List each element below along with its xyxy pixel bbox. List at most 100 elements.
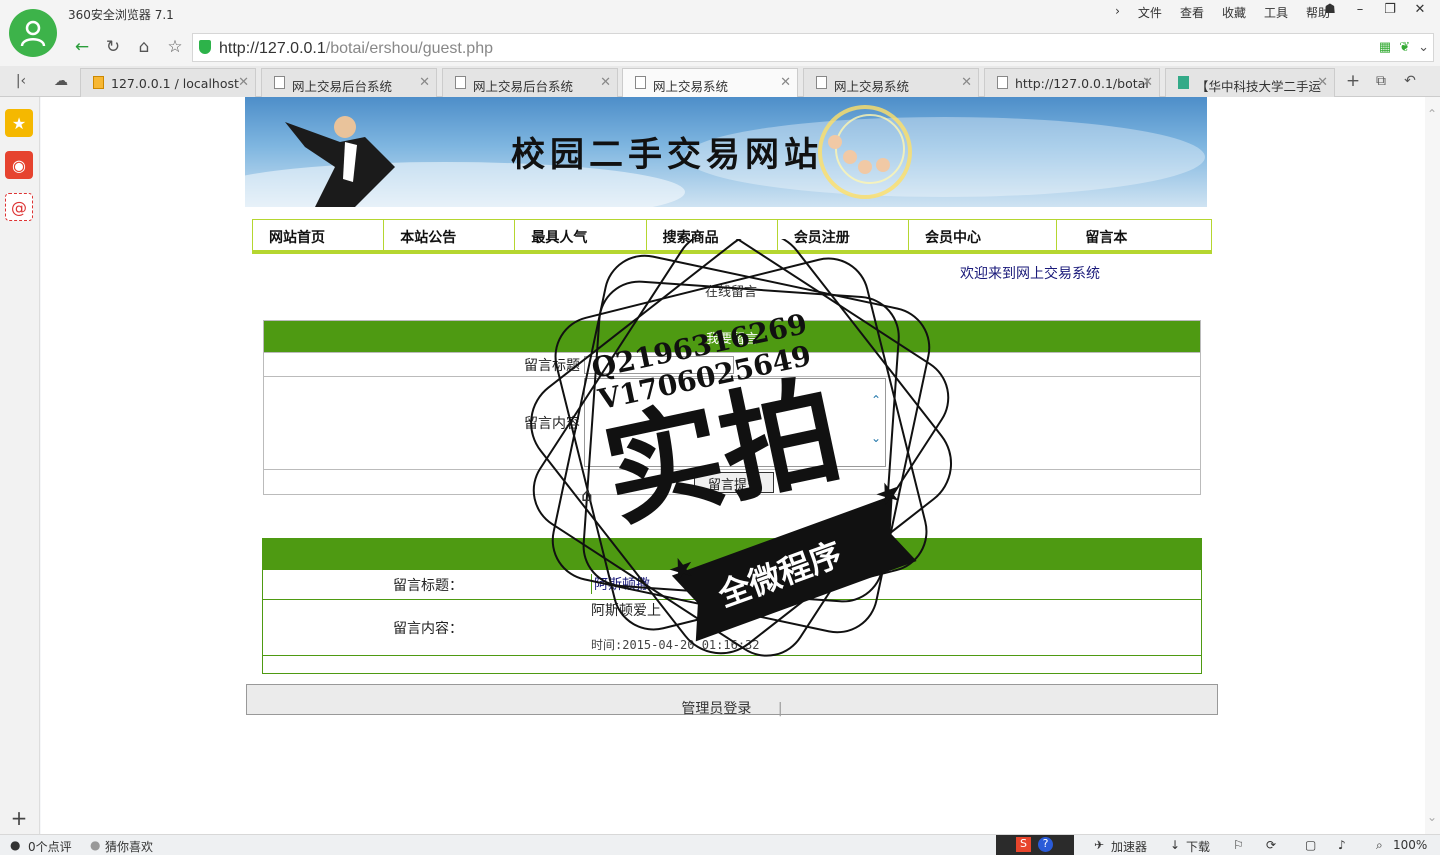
volume-icon[interactable]: ♪ [1338, 838, 1346, 852]
tab-close-icon[interactable]: ✕ [961, 75, 972, 90]
mail-icon[interactable]: @ [5, 193, 33, 221]
comment-count[interactable]: 0个点评 [28, 838, 72, 855]
zoom-level[interactable]: 100% [1393, 838, 1427, 852]
status-bar: ● 0个点评 ● 猜你喜欢 S ? ✈ 加速器 ↓ 下载 ⚐ ⟳ ▢ ♪ ⌕ 1… [0, 834, 1440, 855]
cloud-icon[interactable]: ☁ [48, 68, 74, 94]
url-host: http://127.0.0.1 [219, 40, 326, 57]
undo-close-icon[interactable]: ↶ [1397, 68, 1423, 94]
scroll-up-arrow-icon[interactable]: ⌃ [1427, 107, 1437, 121]
new-tab-icon[interactable]: + [1340, 68, 1366, 94]
left-sidebar: ★ ◉ @ + [0, 97, 40, 834]
menu-favorites[interactable]: 收藏 [1222, 4, 1246, 21]
form-row-submit: 留言提交 [264, 469, 1200, 494]
guess-you-like[interactable]: 猜你喜欢 [105, 838, 153, 855]
page-icon [997, 76, 1008, 89]
tab-close-icon[interactable]: ✕ [1317, 75, 1328, 90]
site-nav: 网站首页 本站公告 最具人气 搜索商品 会员注册 会员中心 留言本 [252, 219, 1212, 254]
url-input[interactable]: http://127.0.0.1/botai/ershou/guest.php … [192, 33, 1434, 62]
flag-icon[interactable]: ⚐ [1233, 838, 1244, 852]
tab-trade[interactable]: 网上交易系统 ✕ [803, 68, 979, 97]
nav-search[interactable]: 搜索商品 [647, 220, 778, 250]
tab-localhost[interactable]: 127.0.0.1 / localhost ✕ [80, 68, 256, 97]
tab-close-icon[interactable]: ✕ [600, 75, 611, 90]
user-avatar-icon[interactable] [9, 9, 57, 57]
form-row-content: 留言内容 ⌃ ⌄ [264, 376, 1200, 469]
nav-guestbook[interactable]: 留言本 [1057, 220, 1211, 250]
ime-toolbar[interactable]: S ? [996, 835, 1074, 855]
add-icon[interactable]: + [5, 804, 33, 832]
close-icon[interactable]: ✕ [1408, 2, 1432, 17]
tab-admin-2[interactable]: 网上交易后台系统 ✕ [442, 68, 618, 97]
nav-notice[interactable]: 本站公告 [384, 220, 516, 250]
site-icon [1178, 76, 1189, 89]
list-content-value: 阿斯顿爱上 [591, 603, 661, 619]
favorites-icon[interactable]: ★ [5, 109, 33, 137]
nav-home[interactable]: 网站首页 [253, 220, 385, 250]
tab-close-icon[interactable]: ✕ [419, 75, 430, 90]
footer: 管理员登录 | [246, 684, 1218, 717]
help-icon[interactable]: ? [1038, 837, 1053, 852]
window-icon[interactable]: ▢ [1305, 838, 1316, 852]
list-header [263, 539, 1201, 569]
title-input[interactable] [584, 356, 734, 374]
page-content: 校园二手交易网站 网站首页 本站公告 最具人气 搜索商品 会员注册 会员中心 留… [41, 97, 1425, 834]
download-icon: ↓ [1170, 838, 1181, 852]
leaf-icon[interactable]: ❦ [1399, 39, 1410, 55]
submit-button[interactable]: 留言提交 [694, 472, 774, 493]
star-icon[interactable]: ☆ [162, 34, 188, 60]
form-row-title: 留言标题 [264, 352, 1200, 376]
comment-icon: ● [10, 838, 21, 852]
weibo-icon[interactable]: ◉ [5, 151, 33, 179]
menu-view[interactable]: 查看 [1180, 4, 1204, 21]
nav-member[interactable]: 会员中心 [909, 220, 1058, 250]
page-icon [455, 76, 466, 89]
vertical-scrollbar[interactable]: ⌃ ⌄ [1425, 97, 1440, 834]
qr-code-icon[interactable]: ▦ [1379, 39, 1391, 55]
tab-trade-active[interactable]: 网上交易系统 ✕ [622, 68, 798, 97]
sidebar-toggle-icon[interactable]: |‹ [8, 68, 34, 94]
guess-icon: ● [90, 838, 101, 852]
accelerator-icon: ✈ [1094, 838, 1105, 852]
list-content-label: 留言内容： [393, 621, 463, 637]
page-icon [274, 76, 285, 89]
tab-close-icon[interactable]: ✕ [780, 75, 791, 90]
nav-register[interactable]: 会员注册 [778, 220, 910, 250]
tab-hust[interactable]: 【华中科技大学二手运 ✕ [1165, 68, 1335, 97]
refresh-icon[interactable]: ↻ [100, 34, 126, 60]
skin-icon[interactable]: ☗ [1318, 2, 1342, 17]
list-row-empty [263, 655, 1201, 673]
shield-icon [199, 40, 211, 54]
tab-url[interactable]: http://127.0.0.1/botai ✕ [984, 68, 1160, 97]
share-icon[interactable]: ⟳ [1266, 838, 1276, 852]
tab-admin-1[interactable]: 网上交易后台系统 ✕ [261, 68, 437, 97]
menu-file[interactable]: 文件 [1138, 4, 1162, 21]
banner-title: 校园二手交易网站 [511, 135, 823, 175]
accelerator[interactable]: 加速器 [1111, 838, 1147, 855]
scroll-down-arrow-icon[interactable]: ⌄ [1427, 810, 1437, 824]
admin-login-link[interactable]: 管理员登录 [681, 701, 751, 717]
back-icon[interactable]: ← [69, 34, 95, 60]
home-icon[interactable]: ⌂ [131, 34, 157, 60]
dropdown-icon[interactable]: ⌄ [1418, 39, 1429, 55]
maximize-icon[interactable]: ❐ [1378, 2, 1402, 17]
sogou-icon[interactable]: S [1016, 837, 1031, 852]
list-time: 时间:2015-04-20 01:16:32 [591, 638, 760, 652]
minimize-icon[interactable]: – [1348, 2, 1372, 17]
form-header: 我要留言 [264, 321, 1200, 352]
tab-list-icon[interactable]: ⧉ [1368, 68, 1394, 94]
content-textarea[interactable]: ⌃ ⌄ [584, 378, 886, 467]
nav-popular[interactable]: 最具人气 [515, 220, 647, 250]
title-bar: 360安全浏览器 7.1 › 文件 查看 收藏 工具 帮助 ☗ – ❐ ✕ [0, 0, 1440, 30]
scroll-up-icon[interactable]: ⌃ [871, 393, 881, 407]
tab-close-icon[interactable]: ✕ [1142, 75, 1153, 90]
tab-close-icon[interactable]: ✕ [238, 75, 249, 90]
welcome-text: 欢迎来到网上交易系统 [960, 266, 1100, 282]
download[interactable]: 下载 [1186, 838, 1210, 855]
scroll-down-icon[interactable]: ⌄ [871, 431, 881, 445]
menu-arrow-icon[interactable]: › [1115, 4, 1120, 21]
menu-tools[interactable]: 工具 [1264, 4, 1288, 21]
site-banner: 校园二手交易网站 [245, 97, 1207, 207]
title-label: 留言标题 [524, 358, 580, 374]
message-form: 我要留言 留言标题 留言内容 ⌃ ⌄ 留言提交 [263, 320, 1201, 495]
list-title-value[interactable]: 阿斯顿撒 [591, 574, 650, 594]
